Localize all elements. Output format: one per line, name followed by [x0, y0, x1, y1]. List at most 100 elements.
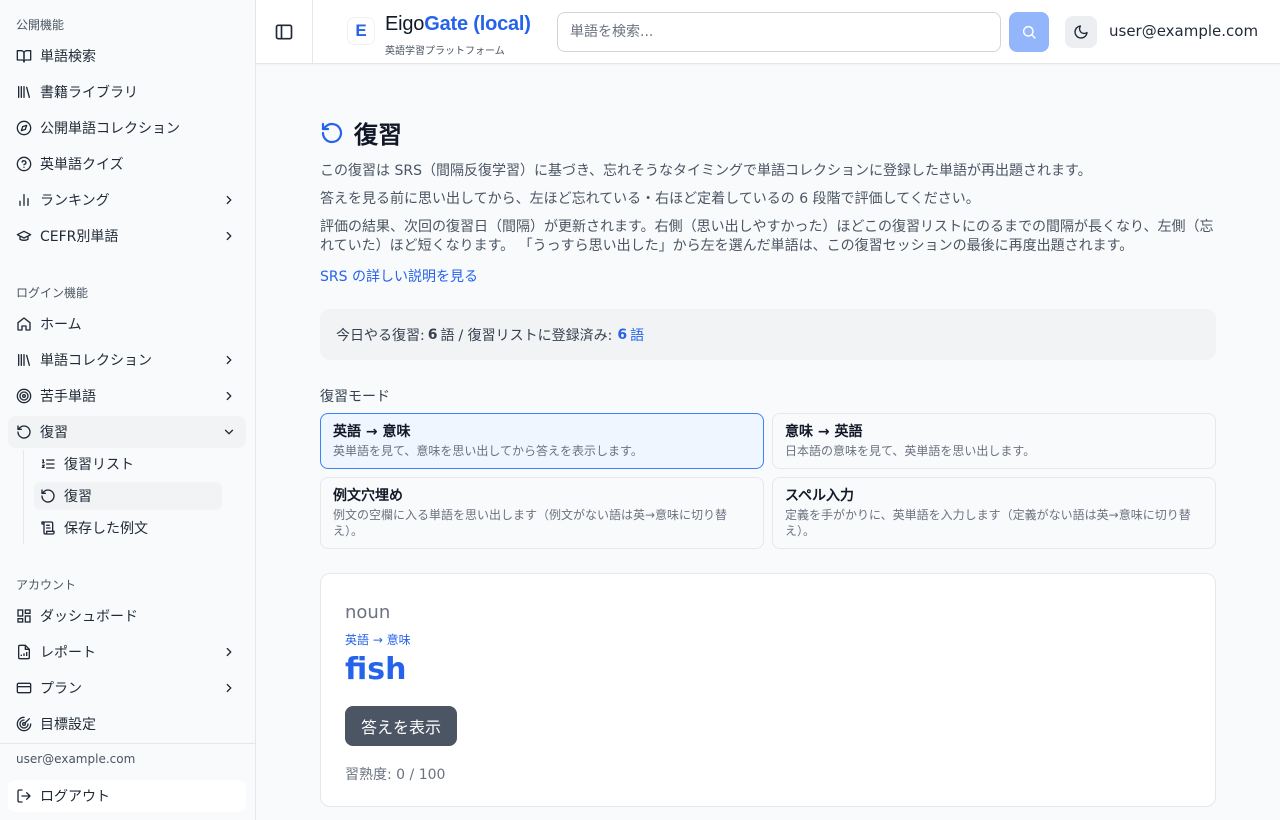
- brand-name[interactable]: EigoGate (local): [385, 13, 531, 36]
- sidebar-item-quiz[interactable]: 英単語クイズ: [8, 148, 246, 180]
- compass-icon: [16, 120, 32, 136]
- description-line-2: 答えを見る前に思い出してから、左ほど忘れている・右ほど定着しているの 6 段階で…: [320, 191, 980, 207]
- sidebar-item-weak-words[interactable]: 苦手単語: [8, 380, 246, 412]
- submenu-line: [23, 450, 24, 544]
- chevron-right-icon: [226, 391, 232, 401]
- sidebar-item-label: 英単語クイズ: [40, 157, 124, 173]
- sidebar-item-report[interactable]: レポート: [8, 636, 246, 668]
- section-title-login: ログイン機能: [16, 286, 89, 300]
- sidebar-footer-divider: [0, 743, 256, 744]
- sidebar-item-book-library[interactable]: 書籍ライブラリ: [8, 76, 246, 108]
- moon-icon: [1074, 25, 1088, 39]
- mode-meaning-to-en[interactable]: 意味 → 英語 日本語の意味を見て、英単語を思い出します。: [772, 413, 1216, 469]
- header-user-email[interactable]: user@example.com: [1109, 22, 1258, 40]
- page-title: 復習: [354, 121, 402, 149]
- sidebar-item-label: CEFR別単語: [40, 229, 119, 245]
- sidebar-item-word-search[interactable]: 単語検索: [8, 40, 246, 72]
- chevron-right-icon: [226, 355, 232, 365]
- credit-card-icon: [16, 680, 32, 696]
- sidebar-item-label: 書籍ライブラリ: [40, 85, 138, 101]
- review-stats-box: 今日やる復習: 6 語 / 復習リストに登録済み: 6 語: [320, 309, 1216, 360]
- mode-spelling[interactable]: スペル入力 定義を手がかりに、英単語を入力します（定義がない語は英→意味に切り替…: [772, 477, 1216, 549]
- sidebar-item-cefr[interactable]: CEFR別単語: [8, 220, 246, 252]
- library-icon: [16, 352, 32, 368]
- sidebar-item-label: 単語検索: [40, 49, 96, 65]
- description-line-1: この復習は SRS（間隔反復学習）に基づき、忘れそうなタイミングで単語コレクショ…: [320, 163, 1092, 179]
- graduation-cap-icon: [16, 228, 32, 244]
- file-chart-icon: [16, 644, 32, 660]
- mode-title: 英語 → 意味: [333, 424, 411, 440]
- sidebar-subitem-review[interactable]: 復習: [34, 482, 222, 510]
- show-answer-button[interactable]: 答えを表示: [345, 706, 458, 746]
- sidebar-item-ranking[interactable]: ランキング: [8, 184, 246, 216]
- scroll-text-icon: [40, 520, 56, 536]
- sidebar-toggle-icon[interactable]: [274, 22, 294, 42]
- dashboard-icon: [16, 608, 32, 624]
- sidebar-user-email: user@example.com: [16, 752, 136, 766]
- sidebar-item-dashboard[interactable]: ダッシュボード: [8, 600, 246, 632]
- logout-label: ログアウト: [40, 789, 110, 805]
- sidebar-item-goals[interactable]: 目標設定: [8, 708, 246, 740]
- sidebar-item-review[interactable]: 復習: [8, 416, 246, 448]
- sidebar-subitem-label: 復習リスト: [64, 457, 134, 473]
- flashcard: noun 英語 → 意味 fish 答えを表示 習熟度: 0 / 100: [320, 573, 1216, 807]
- today-label: 今日やる復習:: [336, 327, 425, 344]
- sidebar-item-home[interactable]: ホーム: [8, 308, 246, 340]
- review-mode-label: 復習モード: [320, 389, 390, 405]
- search-button[interactable]: [1009, 12, 1049, 52]
- sidebar-item-label: レポート: [40, 645, 96, 661]
- sidebar-item-label: ホーム: [40, 317, 82, 333]
- logout-button[interactable]: ログアウト: [8, 780, 246, 812]
- home-icon: [16, 316, 32, 332]
- logo[interactable]: E: [348, 18, 374, 44]
- rotate-ccw-icon: [321, 122, 343, 143]
- target-icon: [16, 388, 32, 404]
- brand-subtitle: 英語学習プラットフォーム: [385, 46, 505, 57]
- rotate-ccw-icon: [40, 488, 56, 504]
- mode-cloze[interactable]: 例文穴埋め 例文の空欄に入る単語を思い出します（例文がない語は英→意味に切り替え…: [320, 477, 764, 549]
- sidebar-subitem-label: 復習: [64, 489, 92, 505]
- mode-description: 英単語を見て、意味を思い出してから答えを表示します。: [333, 444, 643, 458]
- mode-en-to-meaning[interactable]: 英語 → 意味 英単語を見て、意味を思い出してから答えを表示します。: [320, 413, 764, 469]
- log-out-icon: [16, 788, 32, 804]
- registered-count[interactable]: 6: [617, 327, 627, 343]
- card-mode-label: 英語 → 意味: [345, 633, 411, 647]
- sidebar-item-label: プラン: [40, 681, 82, 697]
- sidebar-subitem-review-list[interactable]: 復習リスト: [34, 450, 222, 478]
- chevron-right-icon: [226, 195, 232, 205]
- chevron-down-icon: [224, 429, 234, 435]
- sidebar: 公開機能 単語検索 書籍ライブラリ 公開単語コレクション 英単語クイズ ランキン…: [0, 0, 256, 820]
- brand-part-2: Gate (local): [424, 13, 531, 35]
- sidebar-item-label: 苦手単語: [40, 389, 96, 405]
- sidebar-item-label: 目標設定: [40, 717, 96, 733]
- sidebar-item-label: ダッシュボード: [40, 609, 138, 625]
- mode-description: 日本語の意味を見て、英単語を思い出します。: [785, 444, 1036, 458]
- sidebar-item-public-collections[interactable]: 公開単語コレクション: [8, 112, 246, 144]
- book-open-icon: [16, 48, 32, 64]
- brand-part-1: Eigo: [385, 13, 425, 35]
- search-input[interactable]: [557, 12, 1001, 52]
- sidebar-item-label: 単語コレクション: [40, 353, 152, 369]
- header-divider: [312, 0, 313, 64]
- sidebar-item-label: ランキング: [40, 193, 110, 209]
- today-count: 6: [427, 326, 438, 343]
- mode-title: 例文穴埋め: [333, 488, 403, 504]
- sidebar-subitem-label: 保存した例文: [64, 521, 148, 537]
- bar-chart-icon: [16, 192, 32, 208]
- chevron-right-icon: [226, 231, 232, 241]
- registered-unit[interactable]: 語: [630, 325, 644, 345]
- library-icon: [16, 84, 32, 100]
- flashcard-word: fish: [345, 652, 407, 687]
- stats-separator: / 復習リストに登録済み:: [458, 327, 613, 344]
- sidebar-item-plan[interactable]: プラン: [8, 672, 246, 704]
- description-line-3: 評価の結果、次回の復習日（間隔）が更新されます。右側（思い出しやすかった）ほどこ…: [320, 219, 1214, 254]
- mode-description: 例文の空欄に入る単語を思い出します（例文がない語は英→意味に切り替え）。: [333, 508, 728, 538]
- sidebar-item-label: 復習: [40, 425, 68, 441]
- rotate-ccw-icon: [16, 424, 32, 440]
- theme-toggle-button[interactable]: [1065, 16, 1097, 48]
- srs-details-link[interactable]: SRS の詳しい説明を見る: [320, 266, 478, 286]
- main-content: 復習 この復習は SRS（間隔反復学習）に基づき、忘れそうなタイミングで単語コレ…: [256, 65, 1280, 820]
- sidebar-subitem-saved-sentences[interactable]: 保存した例文: [34, 514, 222, 542]
- sidebar-item-word-collections[interactable]: 単語コレクション: [8, 344, 246, 376]
- mode-description: 定義を手がかりに、英単語を入力します（定義がない語は英→意味に切り替え）。: [785, 508, 1191, 538]
